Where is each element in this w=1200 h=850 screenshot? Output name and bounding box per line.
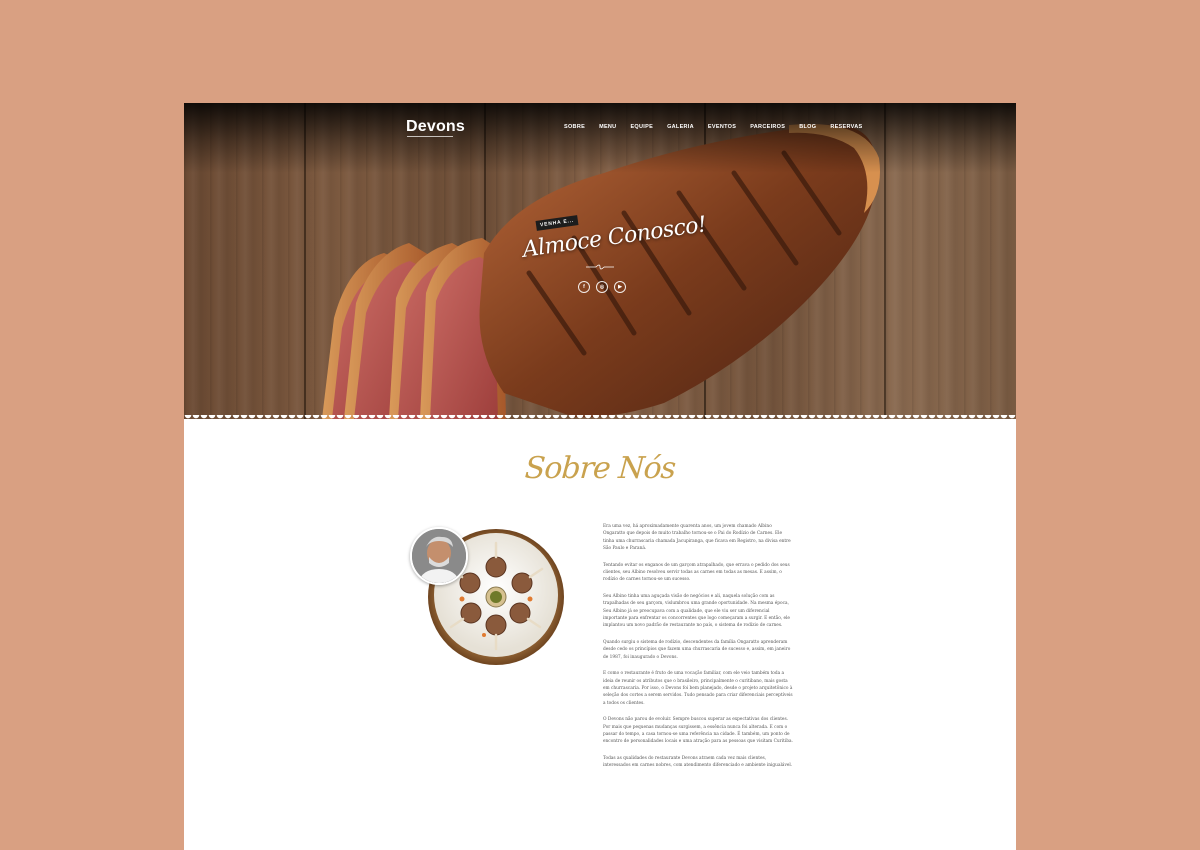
social-links: f ◎ ▶ — [578, 281, 626, 293]
nav-item-equipe[interactable]: EQUIPE — [630, 124, 653, 130]
about-paragraph: Seu Albino tinha uma aguçada visão de ne… — [603, 593, 790, 629]
nav-item-parceiros[interactable]: PARCEIROS — [750, 124, 785, 130]
ornament-divider-icon — [586, 264, 614, 270]
youtube-icon[interactable]: ▶ — [614, 281, 626, 293]
hero-zigzag-edge — [184, 415, 1016, 419]
nav-item-eventos[interactable]: EVENTOS — [708, 124, 736, 130]
about-title: Sobre Nós — [523, 451, 677, 486]
header-shade — [184, 103, 1016, 173]
main-nav: SOBRE MENU EQUIPE GALERIA EVENTOS PARCEI… — [564, 124, 876, 130]
about-text: Era uma vez, há aproximadamente quarenta… — [603, 523, 793, 779]
about-paragraph: Tentando evitar os enganos de um garçom … — [603, 562, 790, 583]
devons-logo[interactable]: Devons — [406, 118, 465, 136]
instagram-icon[interactable]: ◎ — [596, 281, 608, 293]
about-paragraph: O Devons não parou de evoluir. Sempre bu… — [603, 717, 793, 745]
nav-item-blog[interactable]: BLOG — [799, 124, 816, 130]
about-paragraph: E como o restaurante é fruto de uma voca… — [603, 671, 793, 706]
nav-item-menu[interactable]: MENU — [599, 124, 616, 130]
about-paragraph: Todas as qualidades do restaurante Devon… — [603, 755, 793, 769]
nav-item-reservas[interactable]: RESERVAS — [830, 124, 862, 130]
facebook-icon[interactable]: f — [578, 281, 590, 293]
about-paragraph: Quando surgiu o sistema de rodízio, desc… — [603, 639, 791, 660]
chef-avatar — [410, 527, 468, 585]
nav-item-sobre[interactable]: SOBRE — [564, 124, 585, 130]
about-paragraph: Era uma vez, há aproximadamente quarenta… — [603, 524, 791, 552]
website-page: Devons SOBRE MENU EQUIPE GALERIA EVENTOS… — [184, 103, 1016, 850]
nav-item-galeria[interactable]: GALERIA — [667, 124, 694, 130]
logo-underline — [407, 136, 453, 137]
hero-banner: Devons SOBRE MENU EQUIPE GALERIA EVENTOS… — [184, 103, 1016, 419]
chef-portrait-photo — [412, 529, 466, 583]
